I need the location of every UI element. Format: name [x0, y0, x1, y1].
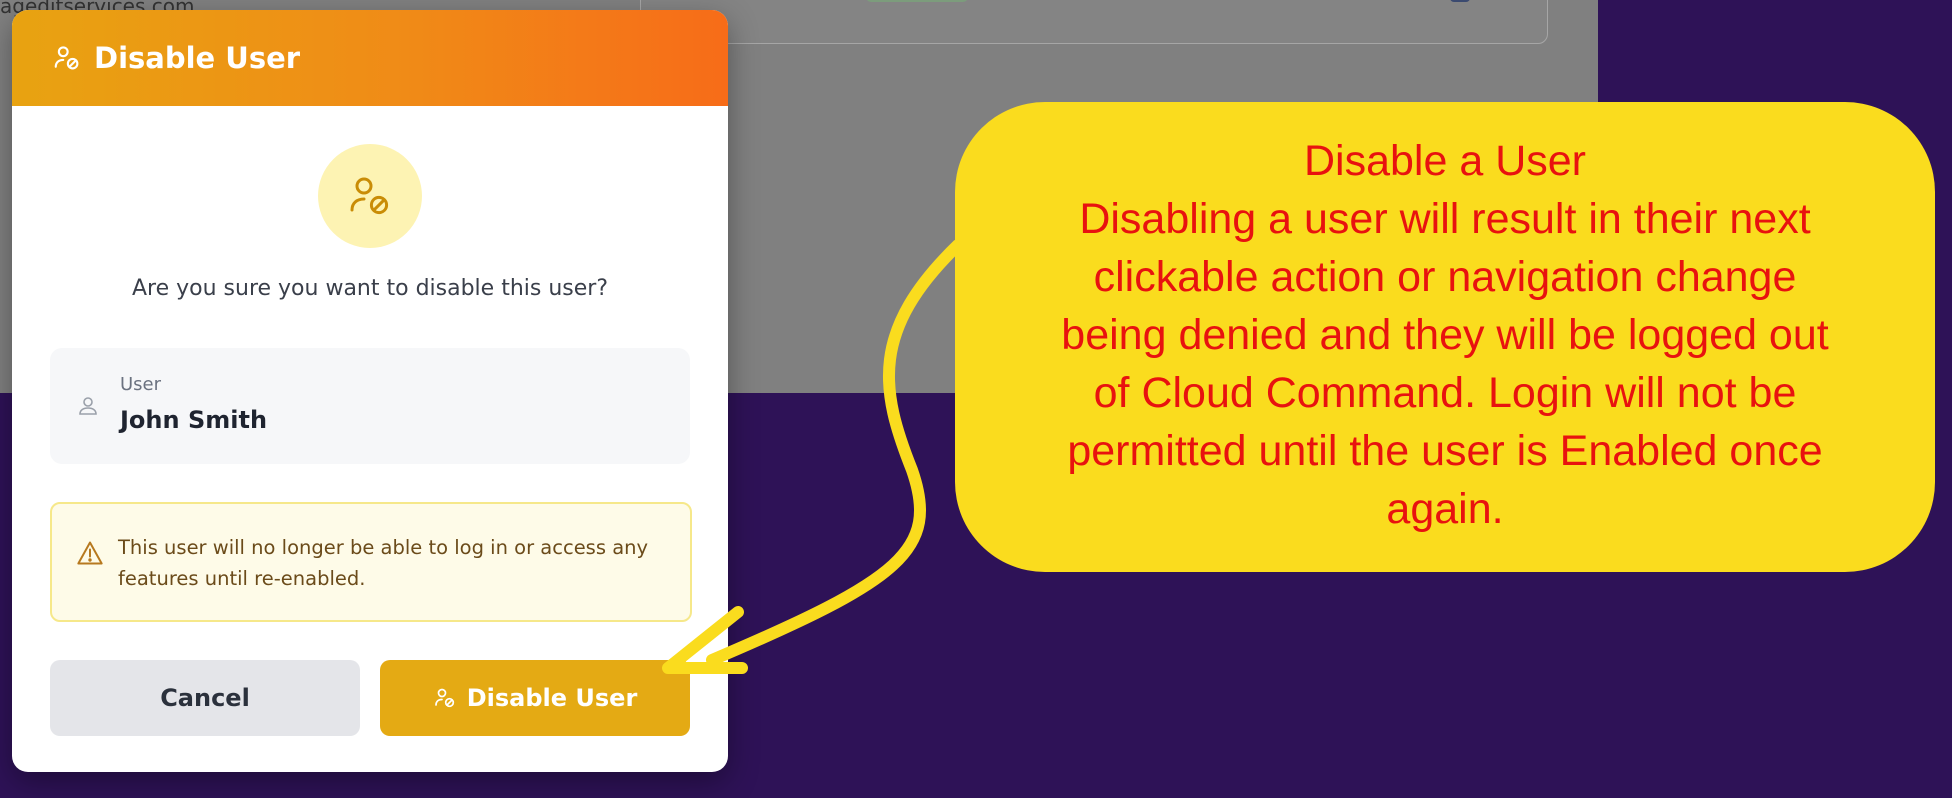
callout-text: Disable a User Disabling a user will res…: [955, 132, 1935, 538]
callout-title: Disable a User: [1304, 137, 1586, 185]
callout-body: Disabling a user will result in their ne…: [1061, 195, 1829, 533]
annotation-callout: Disable a User Disabling a user will res…: [955, 102, 1935, 572]
